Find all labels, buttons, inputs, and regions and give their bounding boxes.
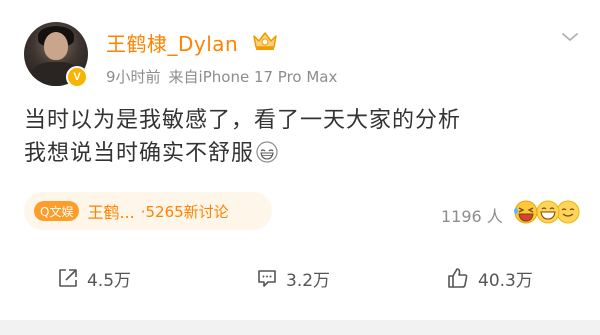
action-bar: 4.5万 3.2万 40.3万: [0, 258, 600, 298]
post-content-line1: 当时以为是我敏感了，看了一天大家的分析: [24, 108, 462, 133]
post-content-line2: 我想说当时确实不舒服: [24, 141, 255, 166]
like-count: 40.3万: [478, 270, 533, 291]
smile-emoji-icon: [556, 200, 580, 224]
topic-discussion-count: ·5265新讨论: [140, 202, 229, 221]
comment-count: 3.2万: [286, 270, 331, 291]
topic-tag-label: Q文娱: [40, 204, 74, 219]
post-time: 9小时前: [106, 68, 161, 86]
crown-badge-icon[interactable]: [250, 28, 280, 52]
post-content-line2-wrap: 我想说当时确实不舒服: [24, 137, 584, 170]
repost-count: 4.5万: [87, 270, 132, 291]
reaction-emojis[interactable]: [512, 199, 582, 225]
laughing-emoji-icon: [514, 200, 538, 224]
thumbs-up-icon: [448, 268, 468, 288]
feed-separator: [0, 320, 600, 335]
avatar-face: [44, 32, 68, 60]
comment-button[interactable]: 3.2万: [256, 258, 330, 298]
repost-button[interactable]: 4.5万: [57, 258, 131, 298]
like-button[interactable]: 40.3万: [446, 258, 533, 298]
reaction-count[interactable]: 1196 人: [441, 203, 503, 227]
grinning-face-icon: [256, 141, 278, 163]
username[interactable]: 王鹤棣_Dylan: [106, 28, 238, 57]
weibo-post-card: V 王鹤棣_Dylan 9小时前 来自iPhone 17 Pro Max 当时以为…: [0, 0, 600, 320]
topic-chip[interactable]: Q文娱 王鹤... ·5265新讨论: [24, 192, 272, 230]
comment-icon: [258, 270, 276, 287]
post-source: 来自iPhone 17 Pro Max: [168, 68, 338, 86]
grinning-emoji-icon: [536, 200, 560, 224]
topic-name: 王鹤...: [87, 203, 135, 222]
repost-icon: [59, 269, 77, 287]
verified-v-icon: V: [66, 66, 88, 88]
post-meta: 9小时前 来自iPhone 17 Pro Max: [106, 66, 345, 87]
topic-tag: Q文娱: [34, 201, 80, 221]
chevron-down-icon[interactable]: [560, 30, 580, 44]
post-content[interactable]: 当时以为是我敏感了，看了一天大家的分析 我想说当时确实不舒服: [24, 104, 584, 170]
